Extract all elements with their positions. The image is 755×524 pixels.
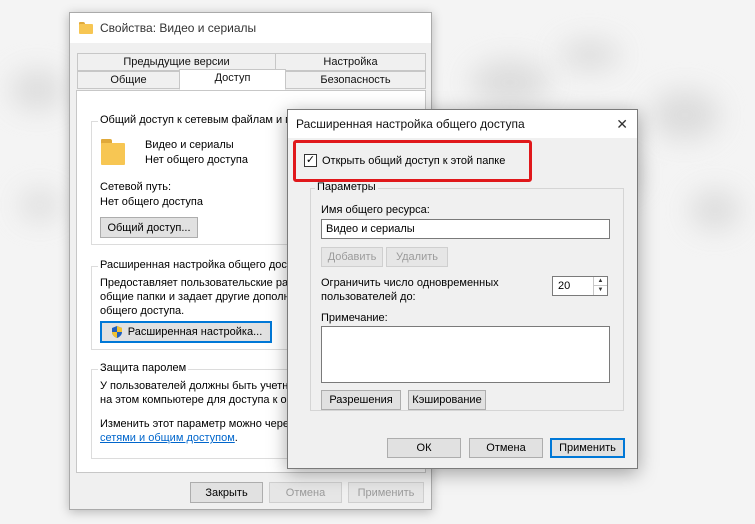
network-sharing-center-link[interactable]: сетями и общим доступом	[100, 432, 235, 444]
comment-field[interactable]	[321, 326, 610, 383]
share-name-value: Видео и сериалы	[326, 223, 415, 235]
tab-general[interactable]: Общие	[77, 71, 180, 89]
advanced-sharing-desc-1: Предоставляет пользовательские ра	[100, 277, 289, 289]
user-limit-arrows: ▲ ▼	[593, 277, 607, 295]
password-protection-group-title: Защита паролем	[98, 362, 189, 374]
advanced-dialog-titlebar: Расширенная настройка общего доступа ✕	[288, 110, 637, 138]
user-limit-value: 20	[558, 280, 571, 292]
folder-share-status: Нет общего доступа	[145, 154, 248, 166]
user-limit-label-1: Ограничить число одновременных	[321, 277, 499, 289]
advanced-sharing-desc-3: общего доступа.	[100, 305, 185, 317]
folder-name: Видео и сериалы	[145, 139, 234, 151]
tab-customize[interactable]: Настройка	[275, 53, 426, 71]
folder-icon	[79, 22, 93, 34]
spin-down-icon[interactable]: ▼	[594, 286, 607, 295]
settings-group-title: Параметры	[315, 181, 378, 193]
uac-shield-icon	[111, 326, 122, 338]
caching-button[interactable]: Кэширование	[408, 390, 486, 410]
close-button[interactable]: Закрыть	[190, 482, 263, 503]
tab-sharing[interactable]: Доступ	[179, 69, 286, 90]
add-button[interactable]: Добавить	[321, 247, 383, 267]
share-button[interactable]: Общий доступ...	[100, 217, 198, 238]
user-limit-stepper[interactable]: 20 ▲ ▼	[552, 276, 608, 296]
properties-titlebar: Свойства: Видео и сериалы	[70, 13, 431, 43]
highlight-box	[293, 140, 532, 182]
password-protection-line-2: на этом компьютере для доступа к о	[100, 394, 287, 406]
password-protection-line-1: У пользователей должны быть учетн	[100, 380, 289, 392]
tab-security[interactable]: Безопасность	[285, 71, 426, 89]
network-sharing-center-link-row: сетями и общим доступом.	[100, 431, 238, 445]
advanced-dialog-title: Расширенная настройка общего доступа	[296, 117, 525, 131]
close-icon[interactable]: ✕	[616, 116, 628, 133]
dialog-cancel-button[interactable]: Отмена	[469, 438, 543, 458]
user-limit-label-2: пользователей до:	[321, 291, 416, 303]
link-suffix: .	[234, 432, 238, 444]
properties-title: Свойства: Видео и сериалы	[100, 21, 257, 35]
share-name-field[interactable]: Видео и сериалы	[321, 219, 610, 239]
advanced-sharing-button[interactable]: Расширенная настройка...	[100, 321, 272, 343]
comment-label: Примечание:	[321, 312, 388, 324]
network-path-label: Сетевой путь:	[100, 181, 172, 193]
share-name-label: Имя общего ресурса:	[321, 204, 430, 216]
password-change-text: Изменить этот параметр можно чере	[100, 418, 290, 430]
ok-button[interactable]: ОК	[387, 438, 461, 458]
remove-button[interactable]: Удалить	[386, 247, 448, 267]
advanced-sharing-group-title: Расширенная настройка общего досту	[98, 259, 300, 271]
advanced-sharing-button-label: Расширенная настройка...	[127, 326, 263, 338]
cancel-button[interactable]: Отмена	[269, 482, 342, 503]
spin-up-icon[interactable]: ▲	[594, 277, 607, 286]
network-path-value: Нет общего доступа	[100, 196, 203, 208]
advanced-sharing-desc-2: общие папки и задает другие дополн	[100, 291, 290, 303]
folder-icon	[101, 139, 125, 165]
apply-button[interactable]: Применить	[348, 482, 424, 503]
dialog-apply-button[interactable]: Применить	[550, 438, 625, 458]
permissions-button[interactable]: Разрешения	[321, 390, 401, 410]
